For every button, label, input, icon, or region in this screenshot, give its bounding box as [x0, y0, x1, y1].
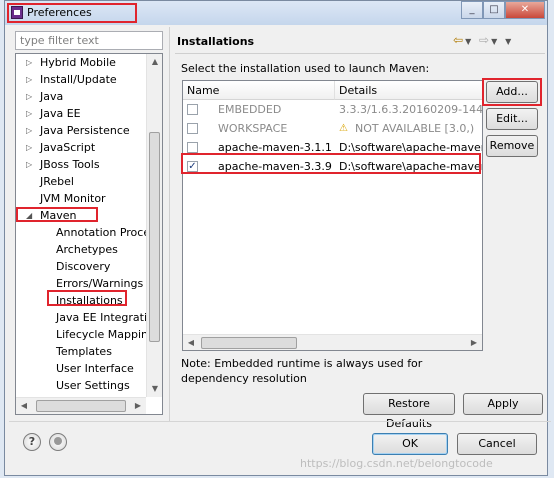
- table-scroll-right-icon[interactable]: ▶: [466, 335, 482, 350]
- installation-details: NOT AVAILABLE [3.0,): [355, 122, 475, 135]
- installations-table: Name Details EMBEDDED 3.3.3/1.6.3.2016020…: [182, 80, 483, 351]
- navigation-arrows[interactable]: ⇦▼ ⇨▼ ▼: [453, 33, 513, 47]
- installation-checkbox[interactable]: [187, 123, 198, 134]
- scroll-right-icon[interactable]: ▶: [130, 398, 146, 414]
- watermark: https://blog.csdn.net/belongtocode: [300, 457, 493, 470]
- collapsed-arrow-icon[interactable]: ▷: [26, 88, 36, 105]
- tree-vertical-scrollbar[interactable]: ▲ ▼: [146, 54, 162, 397]
- forward-menu-icon[interactable]: ▼: [491, 37, 499, 46]
- installation-name: WORKSPACE: [218, 122, 288, 135]
- table-horizontal-scrollbar[interactable]: ◀ ▶: [183, 334, 482, 350]
- scroll-left-icon[interactable]: ◀: [16, 398, 32, 414]
- panel-divider: [169, 27, 170, 421]
- installation-checkbox[interactable]: [187, 104, 198, 115]
- tree-item-label: JVM Monitor: [40, 192, 106, 205]
- tree-scroll-thumb[interactable]: [149, 132, 160, 342]
- collapsed-arrow-icon[interactable]: ▷: [26, 54, 36, 71]
- preferences-window: Preferences _ □ ✕ type filter text ▷ Hybr…: [4, 0, 551, 476]
- installations-description: Select the installation used to launch M…: [181, 62, 430, 75]
- header-separator: [175, 53, 545, 54]
- tree-item-label: Annotation Proces: [56, 226, 156, 239]
- collapsed-arrow-icon[interactable]: ▷: [26, 139, 36, 156]
- selected-row-highlight: [181, 153, 481, 174]
- tree-horizontal-scrollbar[interactable]: ◀ ▶: [16, 397, 146, 414]
- tree-item-label: Archetypes: [56, 243, 118, 256]
- back-icon[interactable]: ⇦: [453, 33, 465, 47]
- tree-item-label: JBoss Tools: [40, 158, 100, 171]
- tree-item-label: Java EE: [40, 107, 81, 120]
- maximize-button[interactable]: □: [483, 1, 505, 19]
- close-button[interactable]: ✕: [505, 1, 545, 19]
- tree-item-label: Discovery: [56, 260, 111, 273]
- tree-item-label: Java EE Integratio: [56, 311, 154, 324]
- table-row[interactable]: WORKSPACE ⚠ NOT AVAILABLE [3.0,): [183, 119, 482, 138]
- tree-item-label: User Settings: [56, 379, 130, 392]
- minimize-button[interactable]: _: [461, 1, 483, 19]
- maven-highlight: [16, 207, 98, 222]
- scroll-up-icon[interactable]: ▲: [147, 54, 162, 70]
- back-menu-icon[interactable]: ▼: [465, 37, 473, 46]
- tree-item-label: Java: [40, 90, 64, 103]
- tree-hscroll-thumb[interactable]: [36, 400, 126, 412]
- footer-separator: [9, 421, 551, 422]
- ok-button[interactable]: OK: [372, 433, 448, 455]
- installation-name: EMBEDDED: [218, 103, 282, 116]
- embedded-runtime-note: Note: Embedded runtime is always used fo…: [181, 357, 423, 385]
- table-scroll-thumb[interactable]: [201, 337, 297, 349]
- preferences-tree: ▷ Hybrid Mobile ▷ Install/Update ▷ Java ▷ Java …: [15, 53, 163, 415]
- page-title: Installations: [177, 35, 255, 48]
- table-scroll-left-icon[interactable]: ◀: [183, 335, 199, 350]
- forward-icon[interactable]: ⇨: [479, 33, 491, 47]
- remove-button[interactable]: Remove: [486, 135, 538, 157]
- tree-item-label: JRebel: [40, 175, 74, 188]
- tree-item-label: JavaScript: [40, 141, 96, 154]
- add-button-highlight: [482, 78, 542, 106]
- title-bar[interactable]: Preferences _ □ ✕: [5, 1, 547, 25]
- column-header-details[interactable]: Details: [335, 81, 482, 100]
- tree-item-label: Lifecycle Mapping: [56, 328, 155, 341]
- tree-item-label: Hybrid Mobile: [40, 56, 116, 69]
- tree-item-label: Install/Update: [40, 73, 117, 86]
- warning-icon: ⚠: [339, 123, 348, 134]
- installations-highlight: [47, 290, 127, 306]
- edit-button[interactable]: Edit...: [486, 108, 538, 130]
- tree-item-label: User Interface: [56, 362, 134, 375]
- table-row[interactable]: EMBEDDED 3.3.3/1.6.3.20160209-1444: [183, 100, 482, 119]
- apply-button[interactable]: Apply: [463, 393, 543, 415]
- help-icon[interactable]: ?: [23, 433, 41, 451]
- scroll-down-icon[interactable]: ▼: [147, 381, 162, 397]
- collapsed-arrow-icon[interactable]: ▷: [26, 156, 36, 173]
- cancel-button[interactable]: Cancel: [457, 433, 537, 455]
- restore-defaults-button[interactable]: Restore Defaults: [363, 393, 455, 430]
- column-header-name[interactable]: Name: [183, 81, 335, 100]
- collapsed-arrow-icon[interactable]: ▷: [26, 122, 36, 139]
- filter-input[interactable]: type filter text: [15, 31, 163, 50]
- collapsed-arrow-icon[interactable]: ▷: [26, 71, 36, 88]
- tree-item-label: Templates: [56, 345, 112, 358]
- import-export-icon[interactable]: [49, 433, 67, 451]
- title-highlight: [7, 3, 137, 23]
- tree-item-label: Java Persistence: [40, 124, 130, 137]
- collapsed-arrow-icon[interactable]: ▷: [26, 105, 36, 122]
- installation-checkbox[interactable]: [187, 142, 198, 153]
- installation-details: 3.3.3/1.6.3.20160209-1444: [339, 103, 483, 116]
- view-menu-icon[interactable]: ▼: [505, 37, 513, 46]
